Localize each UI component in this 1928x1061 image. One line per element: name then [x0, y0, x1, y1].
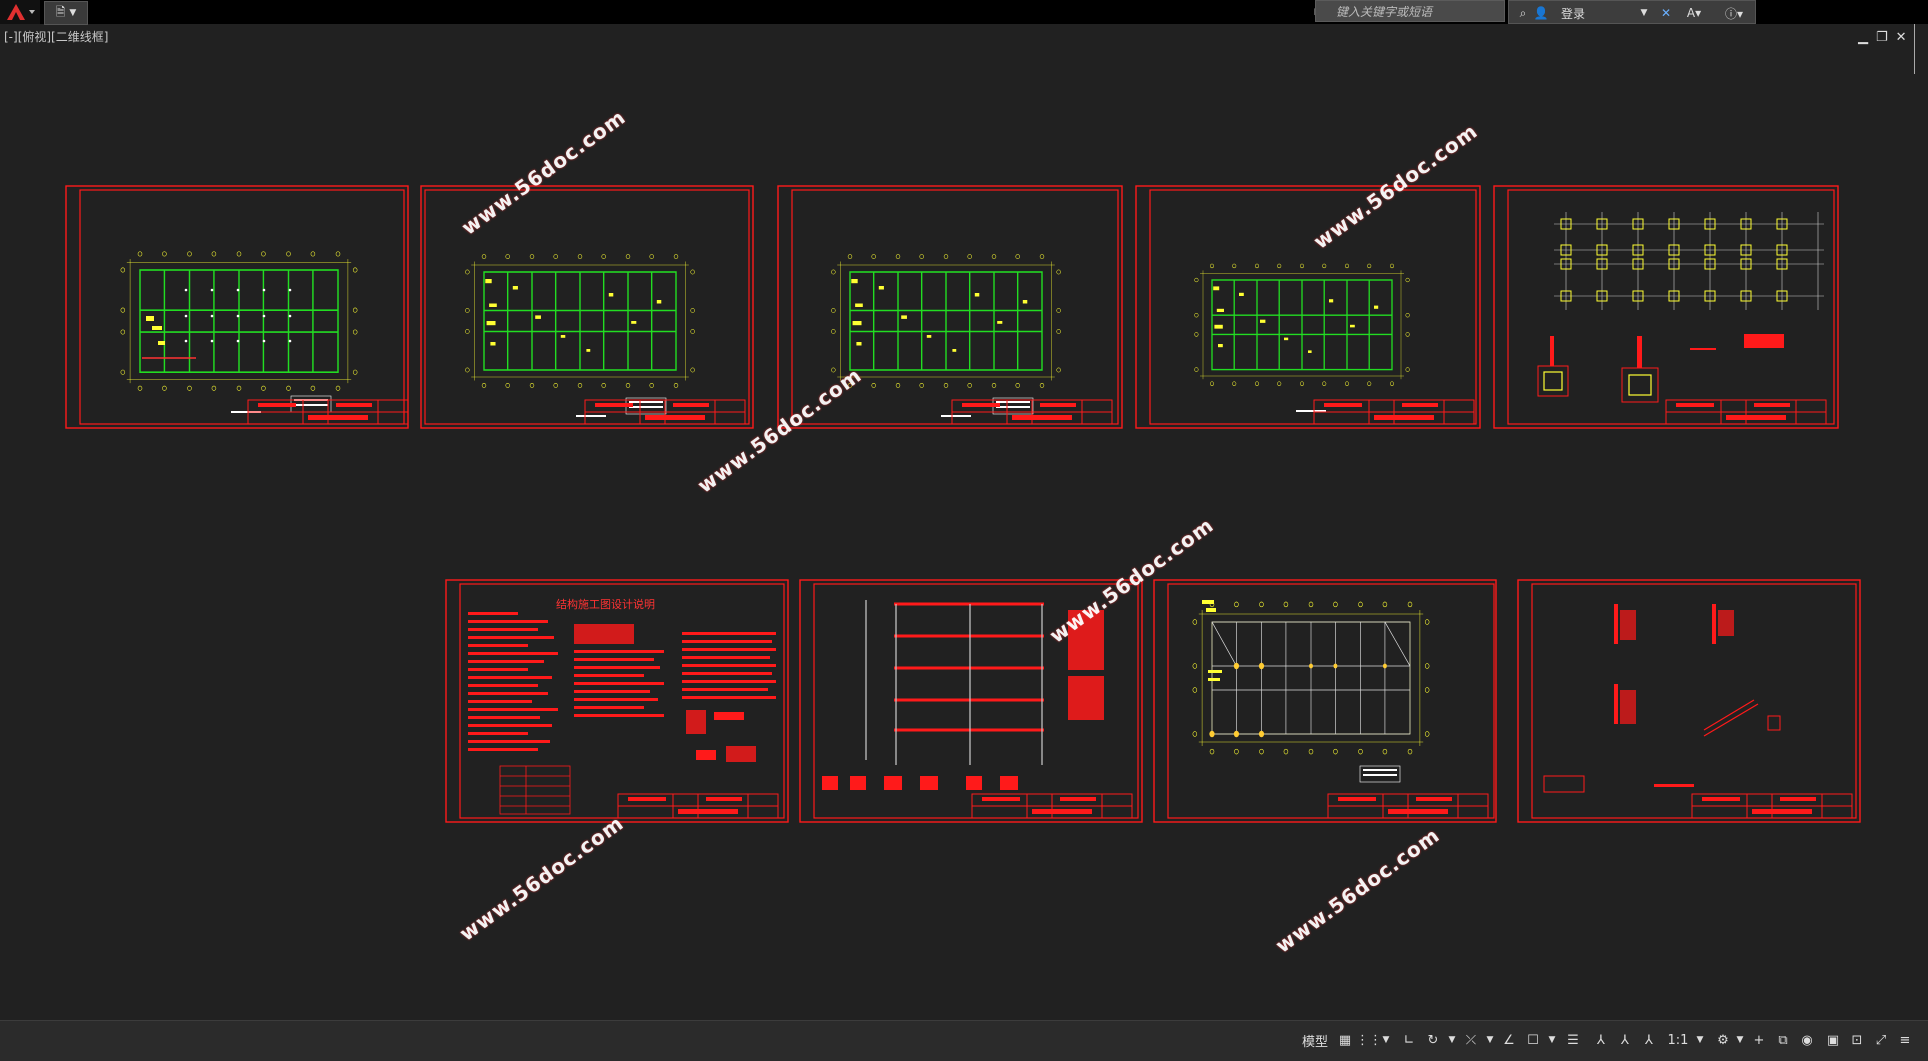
image-icon[interactable]: ▣	[1822, 1027, 1844, 1053]
chevron-down-icon[interactable]: ▼	[1734, 1027, 1746, 1053]
plus-icon[interactable]: +	[1748, 1027, 1770, 1053]
drawing-sheet[interactable]	[1135, 185, 1481, 429]
exchange-icon[interactable]: ✕	[1655, 3, 1677, 23]
scale-selector[interactable]: 1:1	[1662, 1027, 1694, 1053]
hardware-acceleration-icon[interactable]: ◉	[1796, 1027, 1818, 1053]
grid-icon[interactable]: ▦	[1334, 1027, 1356, 1053]
chevron-down-icon[interactable]: ▼	[1484, 1027, 1496, 1053]
drawing-sheet[interactable]	[1517, 579, 1861, 823]
help-icon[interactable]: ⓘ▾	[1719, 3, 1749, 23]
otrack-icon[interactable]: ∠	[1498, 1027, 1520, 1053]
chevron-down-icon[interactable]: ▼	[1694, 1027, 1706, 1053]
user-icon: 👤	[1533, 6, 1549, 20]
model-space-button[interactable]: 模型	[1296, 1027, 1334, 1053]
drawing-sheet[interactable]	[1153, 579, 1497, 823]
chevron-down-icon[interactable]: ▼	[1546, 1027, 1558, 1053]
drawing-sheet[interactable]	[1493, 185, 1839, 429]
app-logo-icon	[7, 4, 35, 20]
clean-screen-icon[interactable]: ⊡	[1846, 1027, 1868, 1053]
search-input[interactable]: 键入关键字或短语	[1315, 0, 1505, 22]
snap-icon[interactable]: ⋮⋮	[1356, 1027, 1382, 1053]
drawing-sheet-notes[interactable]: 结构施工图设计说明	[445, 579, 789, 823]
quick-access-toolbar[interactable]: 🗎 ▼	[44, 1, 88, 25]
polar-icon[interactable]: ↻	[1422, 1027, 1444, 1053]
chevron-down-icon[interactable]: ▼	[1380, 1027, 1392, 1053]
info-center-toolbar: ⌕ 👤 登录 ▼ ✕ A▾ ⓘ▾	[1508, 0, 1756, 24]
document-icon: 🗎	[55, 4, 66, 19]
login-button[interactable]: 登录	[1553, 3, 1593, 23]
dynamic-ucs-icon[interactable]: ☐	[1522, 1027, 1544, 1053]
gear-icon[interactable]: ⚙	[1712, 1027, 1734, 1053]
isolate-icon[interactable]: ⧉	[1772, 1027, 1794, 1053]
fullscreen-icon[interactable]: ⤢	[1870, 1027, 1892, 1053]
status-bar: 模型 ▦ ⋮⋮ ▼ ∟ ↻ ▼ ⤫ ▼ ∠ ☐ ▼ ☰ ⅄ ⅄ ⅄ 1:1 ▼ …	[0, 1020, 1928, 1061]
drawing-canvas[interactable]: 结构施工图设计说明	[0, 40, 1928, 1020]
title-bar: 🗎▼ ▶ 键入关键字或短语 ⌕ 👤 登录 ▼ ✕ A▾ ⓘ▾	[0, 0, 1928, 25]
chevron-down-icon: ▼	[69, 8, 77, 18]
chevron-down-icon[interactable]: ▼	[1637, 3, 1651, 23]
annotation-visibility-icon[interactable]: ⅄	[1590, 1027, 1612, 1053]
lineweight-icon[interactable]: ☰	[1562, 1027, 1584, 1053]
menu-icon[interactable]: ≡	[1894, 1027, 1916, 1053]
drawing-sheet[interactable]	[65, 185, 409, 429]
osnap-icon[interactable]: ⤫	[1460, 1027, 1482, 1053]
chevron-down-icon[interactable]: ▼	[1446, 1027, 1458, 1053]
ortho-icon[interactable]: ∟	[1398, 1027, 1420, 1053]
app-menu-button[interactable]	[0, 0, 40, 24]
annotation-scale-icon[interactable]: ⅄	[1638, 1027, 1660, 1053]
notes-title: 结构施工图设计说明	[556, 597, 655, 611]
autodesk-app-icon[interactable]: A▾	[1681, 3, 1707, 23]
auto-scale-icon[interactable]: ⅄	[1614, 1027, 1636, 1053]
binoculars-icon[interactable]: ⌕	[1513, 3, 1533, 23]
